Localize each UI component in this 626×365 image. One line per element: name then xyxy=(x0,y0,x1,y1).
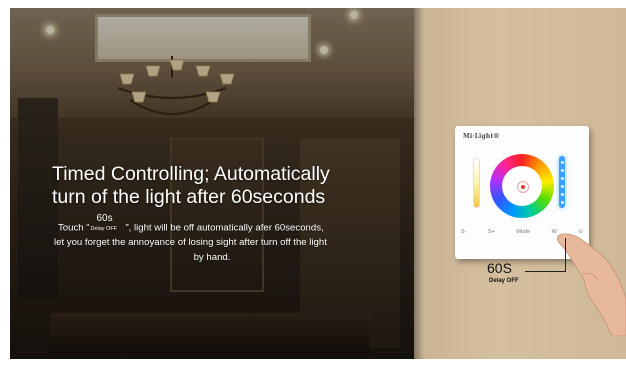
headline-line-1: Timed Controlling; Automatically xyxy=(52,163,330,185)
mode-button[interactable]: Mode xyxy=(516,229,530,235)
slider-dot xyxy=(560,193,564,196)
power-icon[interactable] xyxy=(517,181,529,193)
body-text-line-1: Touch “ 60s Delay OFF ”, light will be off … xyxy=(58,213,324,234)
slider-dot xyxy=(560,177,564,180)
body-text-prefix: Touch “ xyxy=(58,222,90,234)
body-text-suffix: ”, light will be off automatically afer … xyxy=(125,222,324,234)
slider-dot xyxy=(560,169,564,172)
headline-line-2: turn of the light after 60seconds xyxy=(52,186,326,208)
callout-label: 60S xyxy=(487,260,512,276)
slider-dot xyxy=(560,185,564,188)
callout-sublabel: Delay OFF xyxy=(489,278,519,284)
inline-button-label: 60s xyxy=(96,213,113,224)
product-banner: Mi·Light® S- S+ Mode W ⊙ 60S Delay OFF T… xyxy=(0,0,626,365)
body-text-line-3: by hand. xyxy=(193,252,231,263)
inline-delay-button: 60s Delay OFF xyxy=(89,213,125,234)
slider-dot xyxy=(560,161,564,164)
color-wheel-center xyxy=(502,166,542,206)
brightness-slider[interactable] xyxy=(559,156,565,208)
slider-dot xyxy=(560,201,564,204)
speed-up-button[interactable]: S+ xyxy=(488,229,495,235)
white-brightness-slider[interactable] xyxy=(473,158,480,208)
hand-icon xyxy=(557,233,626,336)
speed-down-button[interactable]: S- xyxy=(461,229,467,235)
body-text-line-2: let you forget the annoyance of losing s… xyxy=(54,237,327,248)
headline: Timed Controlling; Automatically turn of… xyxy=(52,163,412,209)
color-wheel[interactable] xyxy=(490,154,554,218)
inline-button-sublabel: Delay OFF xyxy=(90,226,118,232)
callout-leader-line xyxy=(525,238,566,272)
wall-shadow xyxy=(414,8,424,359)
panel-logo: Mi·Light® xyxy=(463,133,500,140)
